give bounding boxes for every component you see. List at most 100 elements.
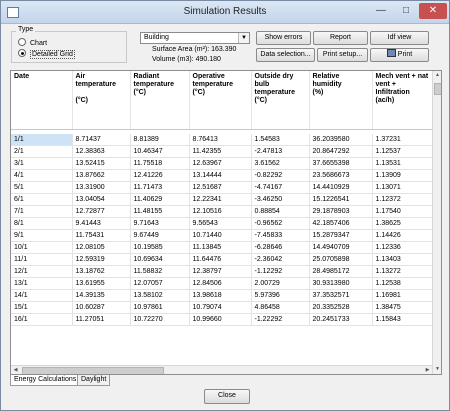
table-cell[interactable]: 12.51687 [189, 181, 252, 194]
table-cell[interactable]: 20.2451733 [309, 313, 373, 326]
table-cell[interactable]: -3.46250 [251, 193, 310, 206]
table-row[interactable]: 16/1 11.27051 10.72270 10.99660 -1.22292 20.2… [11, 313, 433, 326]
print-setup-button[interactable]: Print setup... [317, 48, 368, 62]
table-cell[interactable]: -6.28646 [251, 241, 310, 254]
scroll-down-arrow-icon[interactable]: ▼ [433, 365, 441, 374]
horizontal-scroll-thumb[interactable] [22, 367, 164, 374]
column-header[interactable]: Outside dry bulb temperature (°C) [251, 71, 310, 130]
table-cell[interactable]: 8.71437 [72, 134, 131, 146]
table-cell[interactable]: 12.72877 [72, 205, 131, 218]
show-errors-button[interactable]: Show errors [256, 31, 311, 45]
column-header[interactable]: Mech vent + nat vent + Infiltration (ac/… [372, 71, 433, 130]
table-cell[interactable]: 9.56543 [189, 217, 252, 230]
scroll-right-arrow-icon[interactable]: ▶ [423, 366, 432, 374]
vertical-scroll-thumb[interactable] [434, 83, 441, 95]
table-cell[interactable]: 14.39135 [72, 289, 131, 302]
table-cell[interactable]: 15.1226541 [309, 193, 373, 206]
column-header[interactable]: Radiant temperature (°C) [130, 71, 190, 130]
table-row[interactable]: 9/1 11.75431 9.67449 10.71440 -7.45833 15.287… [11, 229, 433, 242]
table-row[interactable]: 5/1 13.31900 11.71473 12.51687 -4.74167 14.44… [11, 181, 433, 194]
date-cell[interactable]: 5/1 [11, 181, 73, 194]
table-cell[interactable]: 13.87662 [72, 169, 131, 182]
table-cell[interactable]: 11.40629 [130, 193, 190, 206]
table-row[interactable]: 3/1 13.52415 11.75518 12.63967 3.61562 37.665… [11, 157, 433, 170]
table-cell[interactable]: 10.79074 [189, 301, 252, 314]
table-cell[interactable]: 1.12372 [372, 193, 433, 206]
table-cell[interactable]: 1.38475 [372, 301, 433, 314]
table-cell[interactable]: 1.16981 [372, 289, 433, 302]
table-cell[interactable]: 1.12537 [372, 145, 433, 158]
date-cell[interactable]: 14/1 [11, 289, 73, 302]
date-cell[interactable]: 7/1 [11, 205, 73, 218]
data-selection-button[interactable]: Data selection... [256, 48, 315, 62]
date-cell[interactable]: 3/1 [11, 157, 73, 170]
date-cell[interactable]: 12/1 [11, 265, 73, 278]
print-button[interactable]: Print [370, 48, 429, 62]
tab-energy-calculations[interactable]: Energy Calculations [10, 375, 81, 386]
table-cell[interactable]: 1.13071 [372, 181, 433, 194]
table-cell[interactable]: 11.27051 [72, 313, 131, 326]
table-cell[interactable]: 11.64476 [189, 253, 252, 266]
table-cell[interactable]: 1.37231 [372, 134, 433, 146]
vertical-scrollbar[interactable]: ▲ ▼ [432, 71, 441, 374]
table-cell[interactable]: 20.3352528 [309, 301, 373, 314]
chart-radio[interactable]: Chart [18, 38, 47, 47]
zone-select[interactable]: Building ▼ [140, 32, 250, 44]
table-cell[interactable]: 23.5686673 [309, 169, 373, 182]
date-cell[interactable]: 6/1 [11, 193, 73, 206]
table-row[interactable]: 8/1 9.41443 9.71643 9.56543 -0.96562 42.18574… [11, 217, 433, 230]
table-cell[interactable]: 13.18762 [72, 265, 131, 278]
date-cell[interactable]: 11/1 [11, 253, 73, 266]
table-cell[interactable]: 8.76413 [189, 134, 252, 146]
table-cell[interactable]: 11.13845 [189, 241, 252, 254]
table-cell[interactable]: 13.31900 [72, 181, 131, 194]
table-cell[interactable]: 1.13531 [372, 157, 433, 170]
table-cell[interactable]: 11.58832 [130, 265, 190, 278]
table-cell[interactable]: 13.58102 [130, 289, 190, 302]
table-cell[interactable]: 13.52415 [72, 157, 131, 170]
table-cell[interactable]: 1.17540 [372, 205, 433, 218]
table-cell[interactable]: 3.61562 [251, 157, 310, 170]
column-header[interactable]: Relative humidity (%) [309, 71, 373, 130]
minimize-button[interactable]: — [369, 3, 393, 19]
table-cell[interactable]: -0.96562 [251, 217, 310, 230]
table-cell[interactable]: 10.19585 [130, 241, 190, 254]
table-row[interactable]: 7/1 12.72877 11.48155 12.10516 0.88854 29.187… [11, 205, 433, 218]
table-cell[interactable]: 13.14444 [189, 169, 252, 182]
date-cell[interactable]: 10/1 [11, 241, 73, 254]
table-cell[interactable]: 20.8647292 [309, 145, 373, 158]
date-cell[interactable]: 16/1 [11, 313, 73, 326]
table-row[interactable]: 14/1 14.39135 13.58102 13.98618 5.97396 37.35… [11, 289, 433, 302]
table-cell[interactable]: 12.07057 [130, 277, 190, 290]
table-cell[interactable]: -4.74167 [251, 181, 310, 194]
table-row[interactable]: 6/1 13.04054 11.40629 12.22341 -3.46250 15.12… [11, 193, 433, 206]
date-cell[interactable]: 8/1 [11, 217, 73, 230]
table-row[interactable]: 13/1 13.61955 12.07057 12.84506 2.00729 30.93… [11, 277, 433, 290]
table-cell[interactable]: 13.98618 [189, 289, 252, 302]
close-button[interactable]: Close [204, 389, 250, 404]
table-row[interactable]: 2/1 12.38363 10.46347 11.42355 -2.47813 20.86… [11, 145, 433, 158]
table-cell[interactable]: 14.4410929 [309, 181, 373, 194]
table-cell[interactable]: 12.38363 [72, 145, 131, 158]
date-cell[interactable]: 2/1 [11, 145, 73, 158]
table-cell[interactable]: -2.47813 [251, 145, 310, 158]
table-cell[interactable]: 11.75518 [130, 157, 190, 170]
table-row[interactable]: 1/1 8.71437 8.81389 8.76413 1.54583 36.203958… [11, 134, 433, 146]
table-cell[interactable]: 30.9313980 [309, 277, 373, 290]
results-grid[interactable]: Date Air temperature (°C) Radiant temper… [10, 70, 442, 375]
table-cell[interactable]: 1.14426 [372, 229, 433, 242]
table-cell[interactable]: 10.60287 [72, 301, 131, 314]
table-cell[interactable]: 29.1878903 [309, 205, 373, 218]
table-cell[interactable]: -7.45833 [251, 229, 310, 242]
table-row[interactable]: 10/1 12.08105 10.19585 11.13845 -6.28646 14.4… [11, 241, 433, 254]
column-header[interactable]: Date [11, 71, 73, 130]
table-cell[interactable]: 1.13403 [372, 253, 433, 266]
table-cell[interactable]: -1.12292 [251, 265, 310, 278]
table-cell[interactable]: 12.63967 [189, 157, 252, 170]
table-cell[interactable]: 8.81389 [130, 134, 190, 146]
table-cell[interactable]: 11.71473 [130, 181, 190, 194]
table-cell[interactable]: 10.97861 [130, 301, 190, 314]
table-cell[interactable]: 36.2039580 [309, 134, 373, 146]
table-cell[interactable]: 12.41226 [130, 169, 190, 182]
table-cell[interactable]: 1.12336 [372, 241, 433, 254]
